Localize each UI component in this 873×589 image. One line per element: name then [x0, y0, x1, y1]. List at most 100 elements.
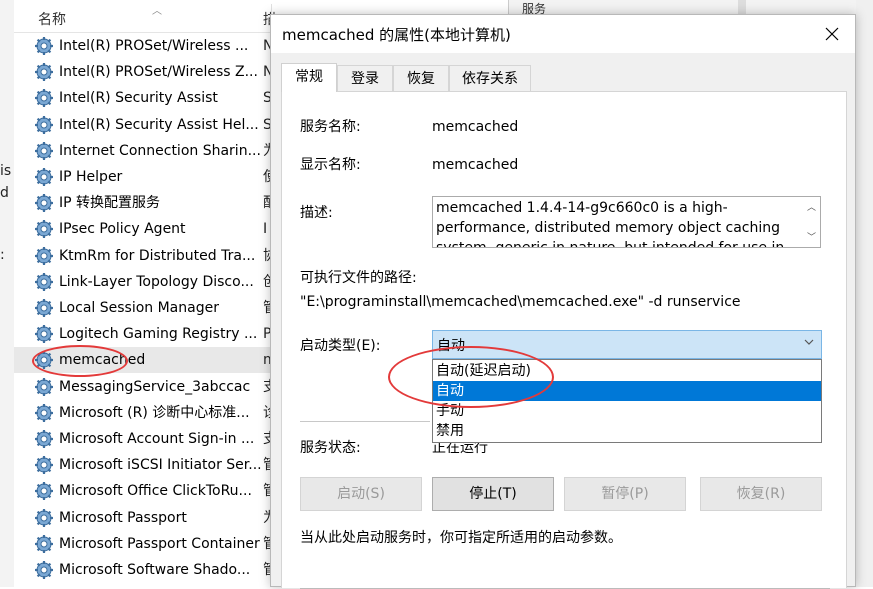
dialog-title: memcached 的属性(本地计算机) [282, 26, 511, 44]
startup-option-disabled[interactable]: 禁用 [433, 421, 821, 441]
service-row[interactable]: memcachedm [14, 347, 277, 374]
gear-icon [34, 429, 54, 449]
startup-option-auto[interactable]: 自动 [433, 381, 821, 401]
gear-icon [34, 403, 54, 423]
scroll-down-icon[interactable]: ﹀ [807, 230, 816, 243]
edge-fragment: : [0, 247, 5, 263]
service-name: Microsoft iSCSI Initiator Ser... [59, 457, 261, 474]
gear-icon [34, 36, 54, 56]
gear-icon [34, 88, 54, 108]
service-name: Microsoft Passport [59, 509, 187, 526]
description-scrollbar[interactable]: ︿ ﹀ [802, 197, 820, 247]
service-name: Intel(R) PROSet/Wireless Z... [59, 64, 258, 81]
left-pane-edge [0, 0, 14, 587]
resume-button[interactable]: 恢复(R) [700, 477, 822, 511]
service-row[interactable]: Microsoft (R) 诊断中心标准...诊 [14, 400, 277, 426]
service-row[interactable]: Intel(R) Security Assist S [14, 85, 272, 111]
service-row[interactable]: IPsec Policy Agent I [14, 216, 272, 242]
tab-recovery[interactable]: 恢复 [393, 65, 449, 91]
service-name: Intel(R) Security Assist Hel... [59, 116, 259, 133]
edge-fragment: d [0, 185, 9, 201]
gear-icon [34, 246, 54, 266]
service-status-label: 服务状态: [300, 440, 361, 456]
gear-icon [34, 167, 54, 187]
service-row[interactable]: Intel(R) PROSet/Wireless ... N [14, 33, 273, 59]
service-row[interactable]: Link-Layer Topology Disco...创 [14, 269, 277, 295]
edge-fragment: is [0, 163, 12, 179]
service-row[interactable]: Microsoft Account Sign-in ...支 [14, 426, 277, 452]
service-row[interactable]: Local Session Manager管 [14, 295, 277, 321]
gear-icon [34, 534, 54, 554]
gear-icon [34, 298, 54, 318]
service-row[interactable]: Microsoft Passport为 [14, 505, 277, 531]
startup-option-auto-delayed[interactable]: 自动(延迟启动) [433, 361, 821, 381]
startup-option-manual[interactable]: 手动 [433, 401, 821, 421]
service-name: Intel(R) Security Assist [59, 90, 218, 107]
service-row[interactable]: Microsoft iSCSI Initiator Ser...管 [14, 452, 277, 478]
service-row[interactable]: Microsoft Software Shado...管 [14, 557, 277, 583]
gear-icon [34, 219, 54, 239]
startup-type-select[interactable]: 自动 [432, 330, 822, 359]
service-name: Internet Connection Sharin... [59, 142, 261, 159]
service-row[interactable]: IP Helper使 [14, 164, 277, 190]
description-label: 描述: [300, 205, 333, 221]
scroll-up-icon[interactable]: ︿ [807, 200, 816, 213]
service-name: MessagingService_3abccac [59, 378, 251, 395]
service-row[interactable]: MessagingService_3abccac支 [14, 374, 277, 400]
service-description-fragment: I [263, 221, 268, 238]
start-button[interactable]: 启动(S) [300, 477, 422, 511]
description-text: memcached 1.4.4-14-g9c660c0 is a high-pe… [436, 200, 785, 248]
gear-icon [34, 141, 54, 161]
tab-general[interactable]: 常规 [281, 63, 337, 92]
service-row[interactable]: Logitech Gaming Registry ... P [14, 321, 272, 347]
service-name: IPsec Policy Agent [59, 221, 186, 238]
gear-icon [34, 508, 54, 528]
sort-up-icon: ︿ [152, 6, 162, 17]
gear-icon [34, 455, 54, 475]
stop-button[interactable]: 停止(T) [432, 477, 554, 511]
exe-path-value: "E:\programinstall\memcached\memcached.e… [300, 294, 741, 310]
display-name-value: memcached [432, 157, 519, 173]
service-name: IP 转换配置服务 [59, 195, 161, 212]
service-row[interactable]: Intel(R) PROSet/Wireless Z... N [14, 59, 273, 85]
gear-icon [34, 377, 54, 397]
gear-icon [34, 324, 54, 344]
gear-icon [34, 62, 54, 82]
service-name-label: 服务名称: [300, 119, 361, 135]
service-name: Link-Layer Topology Disco... [59, 273, 254, 290]
list-column-header: 名称 ︿ 描 [14, 0, 277, 33]
gear-icon [34, 272, 54, 292]
background-divider [508, 0, 509, 14]
service-name: Microsoft (R) 诊断中心标准... [59, 404, 250, 421]
exe-path-label: 可执行文件的路径: [300, 270, 417, 286]
tab-dependencies[interactable]: 依存关系 [449, 65, 531, 91]
close-button[interactable] [809, 15, 855, 53]
pause-button[interactable]: 暂停(P) [564, 477, 686, 511]
startup-type-dropdown: 自动(延迟启动) 自动 手动 禁用 [432, 359, 822, 443]
chevron-down-icon [804, 339, 814, 345]
dialog-tabs: 常规 登录 恢复 依存关系 [281, 63, 841, 92]
close-icon [825, 27, 839, 41]
start-params-hint: 当从此处启动服务时，你可指定所适用的启动参数。 [300, 530, 622, 546]
service-row[interactable]: KtmRm for Distributed Tra...协 [14, 243, 277, 269]
service-name: Microsoft Office ClickToRu... [59, 483, 252, 500]
dialog-titlebar[interactable]: memcached 的属性(本地计算机) [271, 15, 855, 53]
service-name: Microsoft Passport Container [59, 535, 260, 552]
service-name: Microsoft Account Sign-in ... [59, 431, 255, 447]
service-row[interactable]: IP 转换配置服务配 [14, 190, 277, 216]
description-field[interactable]: memcached 1.4.4-14-g9c660c0 is a high-pe… [432, 196, 821, 248]
tab-logon[interactable]: 登录 [337, 65, 393, 91]
gear-icon [34, 560, 54, 580]
background-window-header [508, 0, 873, 15]
column-header-name[interactable]: 名称 [38, 9, 66, 29]
service-name: memcached [59, 352, 146, 369]
service-row[interactable]: Microsoft Office ClickToRu...管 [14, 478, 277, 504]
service-row[interactable]: Internet Connection Sharin...为 [14, 138, 277, 164]
service-name: Logitech Gaming Registry ... [59, 326, 258, 343]
service-row[interactable]: Microsoft Passport Container管 [14, 531, 277, 557]
gear-icon [34, 350, 54, 370]
general-tab-panel: 服务名称: memcached 显示名称: memcached 描述: memc… [281, 91, 847, 589]
service-row[interactable]: Intel(R) Security Assist Hel... S [14, 112, 272, 138]
gear-icon [34, 481, 54, 501]
service-name: Intel(R) PROSet/Wireless ... [59, 38, 249, 54]
